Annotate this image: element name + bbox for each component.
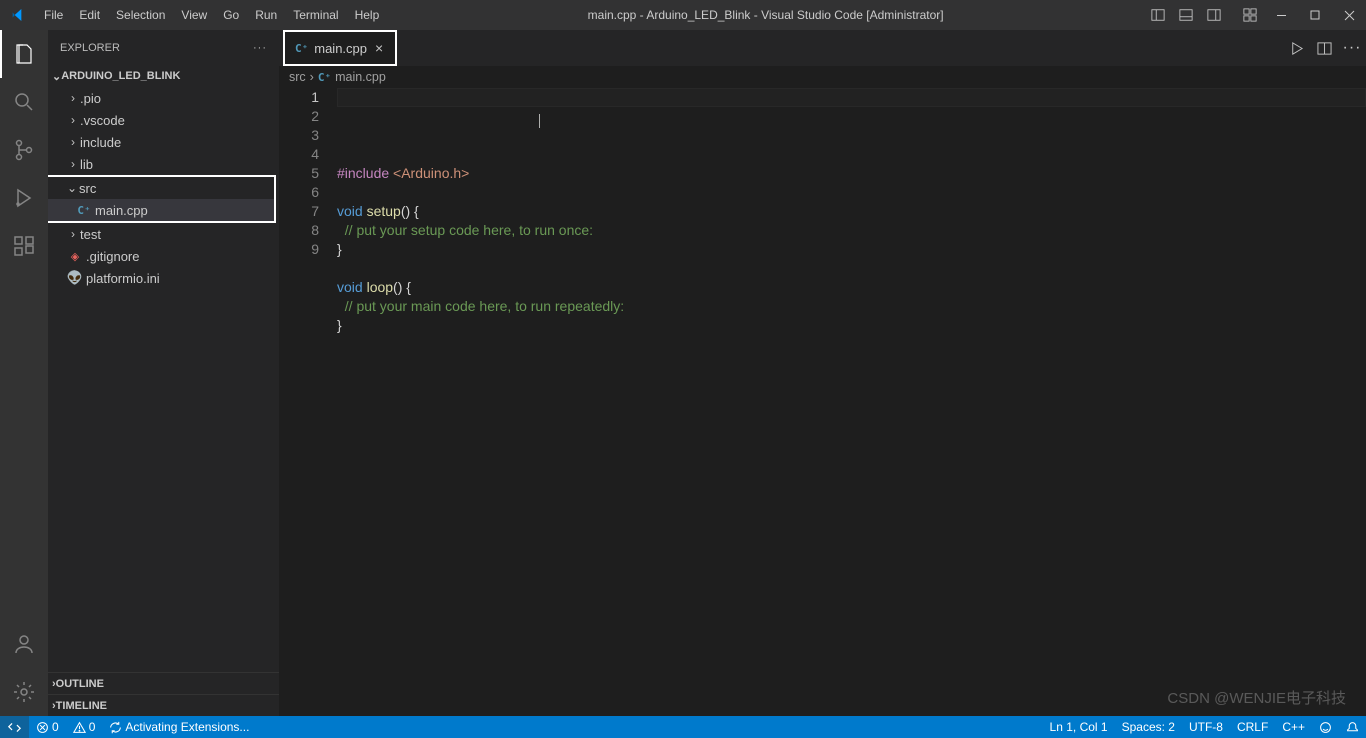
menu-file[interactable]: File <box>36 0 71 30</box>
vscode-logo <box>0 7 36 23</box>
panel-left-icon[interactable] <box>1144 0 1172 30</box>
remote-indicator[interactable] <box>0 716 29 738</box>
menu-run[interactable]: Run <box>247 0 285 30</box>
extensions-activity[interactable] <box>0 222 48 270</box>
menu-selection[interactable]: Selection <box>108 0 173 30</box>
source-control-activity[interactable] <box>0 126 48 174</box>
code-lines[interactable]: #include <Arduino.h>void setup() { // pu… <box>337 88 1366 716</box>
minimize-button[interactable] <box>1264 0 1298 30</box>
more-icon[interactable]: ··· <box>253 42 267 54</box>
file-item[interactable]: ◈.gitignore <box>48 245 279 267</box>
eol-item[interactable]: CRLF <box>1230 716 1275 738</box>
folder-item[interactable]: ›.pio <box>48 87 279 109</box>
editor-area: C⁺ main.cpp × ··· src › C⁺ main.cpp 1234… <box>279 30 1366 716</box>
close-tab-icon[interactable]: × <box>373 38 385 58</box>
menu-help[interactable]: Help <box>347 0 388 30</box>
customize-layout-icon[interactable] <box>1236 0 1264 30</box>
titlebar: FileEditSelectionViewGoRunTerminalHelp m… <box>0 0 1366 30</box>
timeline-panel[interactable]: ›TIMELINE <box>48 694 279 716</box>
menubar: FileEditSelectionViewGoRunTerminalHelp <box>36 0 387 30</box>
folder-item[interactable]: ›include <box>48 131 279 153</box>
menu-terminal[interactable]: Terminal <box>285 0 346 30</box>
project-folder[interactable]: ⌄ ARDUINO_LED_BLINK <box>48 65 279 87</box>
explorer-sidebar: EXPLORER ··· ⌄ ARDUINO_LED_BLINK ›.pio›.… <box>48 30 279 716</box>
window-title: main.cpp - Arduino_LED_Blink - Visual St… <box>387 8 1144 22</box>
folder-item[interactable]: ›lib <box>48 153 279 175</box>
menu-edit[interactable]: Edit <box>71 0 108 30</box>
editor-tab-main-cpp[interactable]: C⁺ main.cpp × <box>283 30 397 66</box>
folder-item[interactable]: ›test <box>48 223 279 245</box>
window-controls <box>1264 0 1366 30</box>
menu-go[interactable]: Go <box>215 0 247 30</box>
text-cursor <box>539 114 540 128</box>
file-tree: ›.pio›.vscode›include›lib⌄srcC⁺main.cpp›… <box>48 87 279 672</box>
panel-bottom-icon[interactable] <box>1172 0 1200 30</box>
file-item[interactable]: C⁺main.cpp <box>48 199 274 221</box>
layout-controls <box>1144 0 1264 30</box>
accounts-activity[interactable] <box>0 620 48 668</box>
maximize-button[interactable] <box>1298 0 1332 30</box>
feedback-icon[interactable] <box>1312 716 1339 738</box>
split-editor-icon[interactable] <box>1310 30 1338 66</box>
activating-item[interactable]: Activating Extensions... <box>102 716 256 738</box>
breadcrumb[interactable]: src › C⁺ main.cpp <box>279 66 1366 88</box>
line-gutter: 123456789 <box>279 88 337 716</box>
project-name: ARDUINO_LED_BLINK <box>61 70 180 82</box>
language-item[interactable]: C++ <box>1275 716 1312 738</box>
file-item[interactable]: 👽platformio.ini <box>48 267 279 289</box>
settings-activity[interactable] <box>0 668 48 716</box>
tab-label: main.cpp <box>314 41 367 56</box>
activity-bar <box>0 30 48 716</box>
folder-item[interactable]: ›.vscode <box>48 109 279 131</box>
tab-bar: C⁺ main.cpp × ··· <box>279 30 1366 66</box>
breadcrumb-item[interactable]: main.cpp <box>335 70 386 84</box>
close-button[interactable] <box>1332 0 1366 30</box>
menu-view[interactable]: View <box>173 0 215 30</box>
chevron-down-icon: ⌄ <box>52 70 61 83</box>
outline-panel[interactable]: ›OUTLINE <box>48 672 279 694</box>
run-icon[interactable] <box>1282 30 1310 66</box>
status-bar: 0 0 Activating Extensions... Ln 1, Col 1… <box>0 716 1366 738</box>
breadcrumb-item[interactable]: src <box>289 70 306 84</box>
explorer-header: EXPLORER ··· <box>48 30 279 65</box>
spaces-item[interactable]: Spaces: 2 <box>1115 716 1182 738</box>
more-tab-icon[interactable]: ··· <box>1338 30 1366 66</box>
panel-right-icon[interactable] <box>1200 0 1228 30</box>
encoding-item[interactable]: UTF-8 <box>1182 716 1230 738</box>
explorer-activity[interactable] <box>0 30 48 78</box>
chevron-right-icon: › <box>310 70 314 84</box>
warnings-item[interactable]: 0 <box>66 716 103 738</box>
cpp-file-icon: C⁺ <box>318 71 331 84</box>
code-editor[interactable]: 123456789 #include <Arduino.h>void setup… <box>279 88 1366 716</box>
explorer-title: EXPLORER <box>60 42 120 54</box>
cursor-pos[interactable]: Ln 1, Col 1 <box>1043 716 1115 738</box>
search-activity[interactable] <box>0 78 48 126</box>
folder-item[interactable]: ⌄src <box>48 177 274 199</box>
errors-item[interactable]: 0 <box>29 716 66 738</box>
notifications-icon[interactable] <box>1339 716 1366 738</box>
cpp-file-icon: C⁺ <box>295 42 308 55</box>
run-debug-activity[interactable] <box>0 174 48 222</box>
